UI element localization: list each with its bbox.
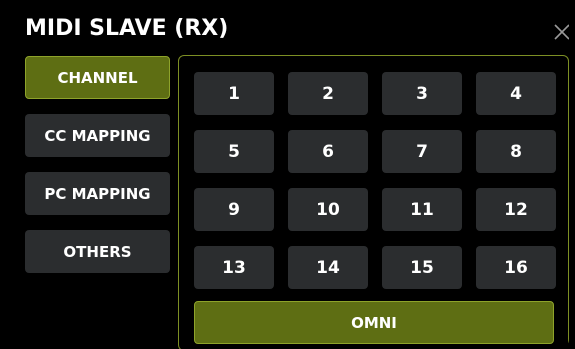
channel-label: 7 (416, 141, 428, 162)
midi-slave-dialog: MIDI SLAVE (RX) CHANNEL CC MAPPING PC MA… (6, 8, 569, 349)
channel-button-5[interactable]: 5 (194, 130, 274, 173)
channel-button-1[interactable]: 1 (194, 72, 274, 115)
tab-others[interactable]: OTHERS (25, 230, 170, 273)
channel-label: 5 (228, 141, 240, 162)
channel-button-16[interactable]: 16 (476, 246, 556, 289)
tab-cc-mapping[interactable]: CC MAPPING (25, 114, 170, 157)
omni-label: OMNI (351, 313, 397, 332)
channel-label: 14 (316, 257, 340, 278)
channel-button-13[interactable]: 13 (194, 246, 274, 289)
close-button[interactable] (551, 21, 569, 43)
channel-button-11[interactable]: 11 (382, 188, 462, 231)
tab-pc-mapping[interactable]: PC MAPPING (25, 172, 170, 215)
channel-label: 13 (222, 257, 246, 278)
close-icon (551, 21, 569, 43)
channel-label: 15 (410, 257, 434, 278)
channel-button-9[interactable]: 9 (194, 188, 274, 231)
channel-label: 2 (322, 83, 334, 104)
tab-label: OTHERS (63, 242, 132, 261)
channel-label: 16 (504, 257, 528, 278)
channel-button-15[interactable]: 15 (382, 246, 462, 289)
tab-label: CHANNEL (57, 68, 138, 87)
channel-button-12[interactable]: 12 (476, 188, 556, 231)
channel-label: 1 (228, 83, 240, 104)
channel-button-3[interactable]: 3 (382, 72, 462, 115)
dialog-title: MIDI SLAVE (RX) (25, 16, 229, 41)
channel-button-4[interactable]: 4 (476, 72, 556, 115)
channel-label: 10 (316, 199, 340, 220)
channel-label: 4 (510, 83, 522, 104)
channel-label: 8 (510, 141, 522, 162)
channel-label: 6 (322, 141, 334, 162)
channel-button-6[interactable]: 6 (288, 130, 368, 173)
tab-label: PC MAPPING (44, 184, 151, 203)
channel-label: 9 (228, 199, 240, 220)
channel-label: 11 (410, 199, 434, 220)
channel-label: 12 (504, 199, 528, 220)
channel-button-2[interactable]: 2 (288, 72, 368, 115)
tab-label: CC MAPPING (44, 126, 151, 145)
channel-panel: OMNI 1 2 3 4 5 6 7 8 9 10 11 12 13 14 15 16 (178, 55, 569, 349)
channel-button-14[interactable]: 14 (288, 246, 368, 289)
channel-button-8[interactable]: 8 (476, 130, 556, 173)
tab-channel[interactable]: CHANNEL (25, 56, 170, 99)
channel-label: 3 (416, 83, 428, 104)
channel-button-7[interactable]: 7 (382, 130, 462, 173)
channel-button-10[interactable]: 10 (288, 188, 368, 231)
omni-button[interactable]: OMNI (194, 301, 554, 344)
